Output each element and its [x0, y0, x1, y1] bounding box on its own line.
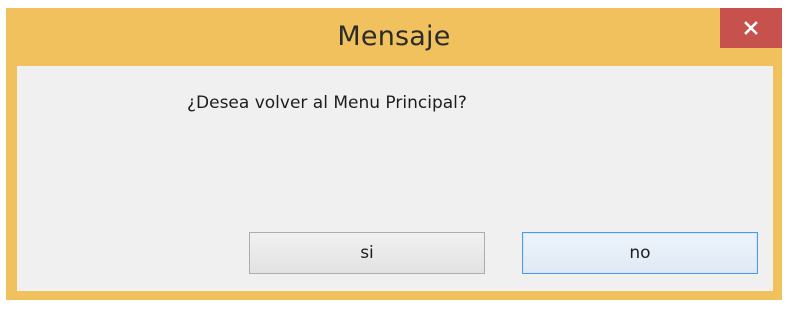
message-dialog: Mensaje ¿Desea volver al Menu Principal?…: [6, 8, 782, 300]
window-title: Mensaje: [337, 21, 451, 52]
yes-button-label: si: [360, 243, 374, 263]
close-button[interactable]: [720, 8, 782, 48]
screen: Mensaje ¿Desea volver al Menu Principal?…: [0, 0, 786, 309]
dialog-body: ¿Desea volver al Menu Principal? si no: [17, 66, 773, 291]
title-bar[interactable]: Mensaje: [6, 8, 782, 66]
close-icon: [744, 21, 758, 35]
no-button[interactable]: no: [522, 232, 758, 274]
no-button-label: no: [629, 243, 651, 263]
dialog-message: ¿Desea volver al Menu Principal?: [187, 93, 467, 113]
yes-button[interactable]: si: [249, 232, 485, 274]
